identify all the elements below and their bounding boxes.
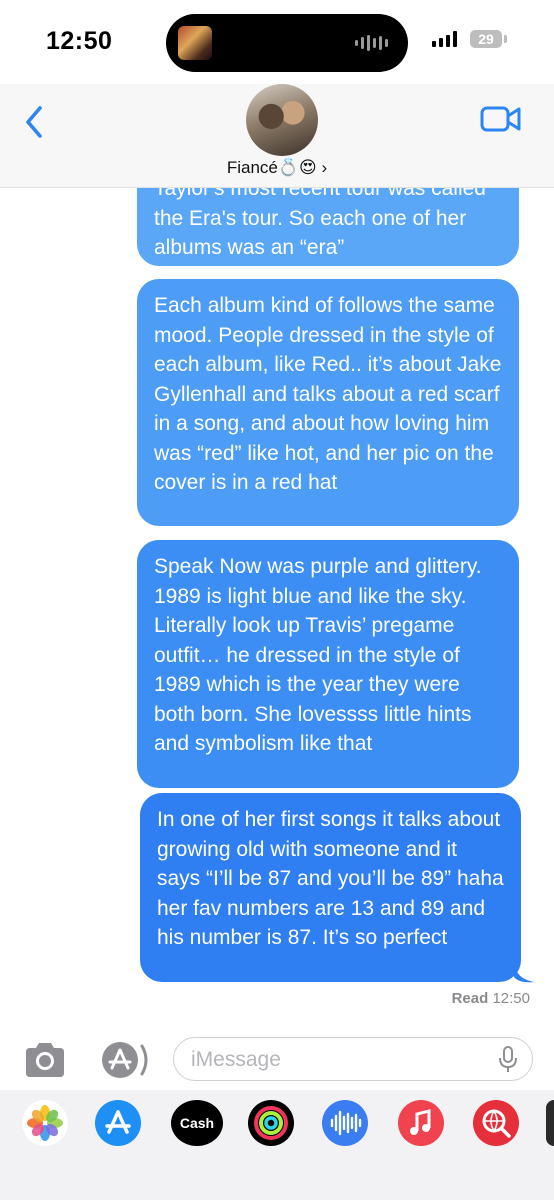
battery-level: 29 [478,31,494,47]
message-text: Each album kind of follows the same mood… [154,294,502,494]
app-store-app-icon[interactable] [95,1100,141,1146]
back-chevron-icon[interactable] [20,102,50,142]
battery-cap [504,35,507,43]
compose-bar: iMessage [0,1030,554,1090]
audio-waveform-icon [355,35,388,51]
message-thread[interactable]: Taylor's most recent tour was called the… [0,188,554,1018]
app-drawer: Cash [0,1090,554,1200]
fitness-app-icon[interactable] [248,1100,294,1146]
app-store-drawer-icon[interactable] [96,1042,152,1078]
imessage-placeholder: iMessage [191,1048,281,1071]
contact-avatar[interactable] [246,84,318,156]
imessage-input[interactable]: iMessage [173,1037,533,1081]
message-bubble[interactable]: In one of her first songs it talks about… [140,793,521,982]
now-playing-art [178,26,212,60]
read-label: Read [451,990,489,1007]
video-camera-icon[interactable] [480,104,522,134]
image-search-app-icon[interactable] [473,1100,519,1146]
message-bubble[interactable]: Taylor's most recent tour was called the… [137,188,519,266]
signal-bars-icon [432,31,457,47]
status-bar: 12:50 29 [0,0,554,84]
read-receipt: Read 12:50 [452,990,530,1007]
read-time: 12:50 [492,990,530,1007]
dynamic-island[interactable] [166,14,408,72]
conversation-header: Fiancé💍😍 › [0,84,554,188]
message-text: In one of her first songs it talks about… [157,808,504,949]
photos-app-icon[interactable] [22,1100,68,1146]
camera-icon[interactable] [22,1040,68,1080]
message-bubble[interactable]: Speak Now was purple and glittery. 1989 … [137,540,519,788]
message-text: Taylor's most recent tour was called the… [154,188,486,259]
apple-cash-app-icon[interactable]: Cash [171,1100,223,1146]
bubble-tail [514,963,534,983]
audio-message-app-icon[interactable] [322,1100,368,1146]
status-time: 12:50 [46,27,113,55]
music-app-icon[interactable] [398,1100,444,1146]
more-apps-edge[interactable] [546,1100,554,1146]
microphone-icon[interactable] [498,1046,518,1074]
message-text: Speak Now was purple and glittery. 1989 … [154,555,482,755]
contact-name[interactable]: Fiancé💍😍 › [0,158,554,178]
cash-label: Cash [179,1115,215,1131]
battery-icon: 29 [470,30,502,48]
message-bubble[interactable]: Each album kind of follows the same mood… [137,279,519,526]
